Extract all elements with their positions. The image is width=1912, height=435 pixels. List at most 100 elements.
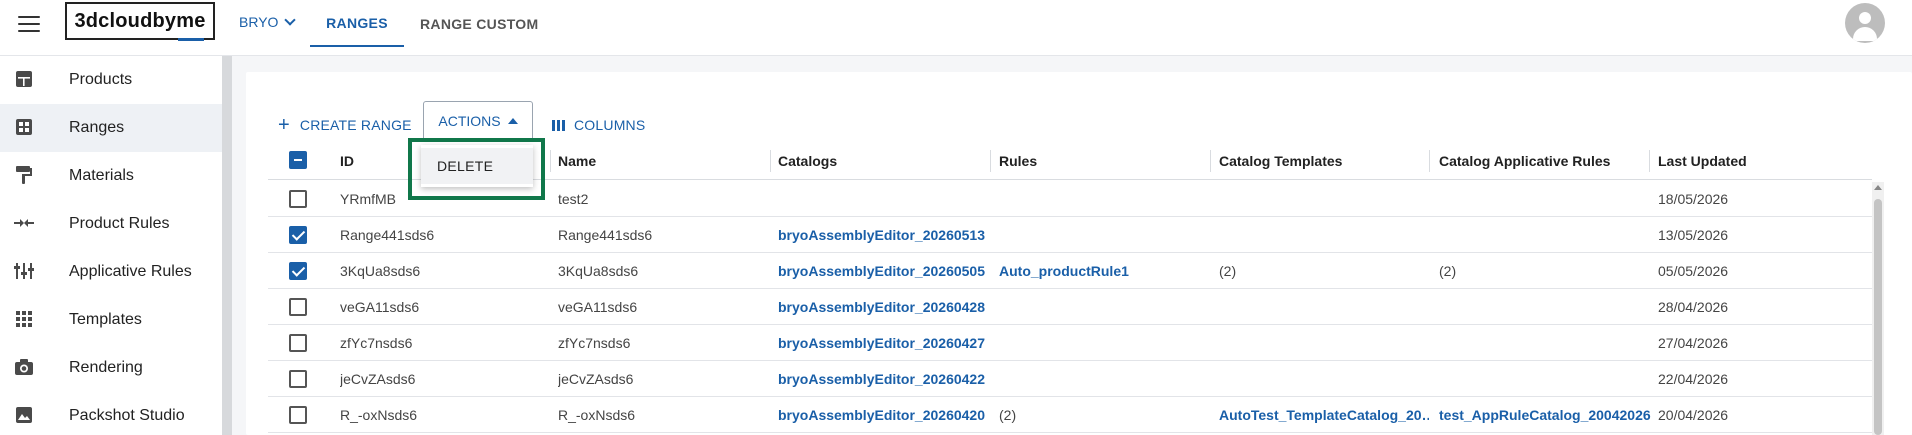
- cell-catalogs[interactable]: bryoAssemblyEditor_20260505: [778, 253, 988, 289]
- scroll-thumb[interactable]: [1874, 199, 1882, 435]
- row-checkbox[interactable]: [289, 190, 307, 208]
- cell-catalog-applicative-rules: [1439, 325, 1654, 361]
- row-checkbox[interactable]: [289, 262, 307, 280]
- sidebar-item-ranges[interactable]: Ranges: [0, 104, 222, 152]
- table-row[interactable]: 3KqUa8sds6 3KqUa8sds6 bryoAssemblyEditor_2…: [268, 253, 1872, 289]
- sidebar-item-label: Materials: [69, 167, 134, 184]
- table-row[interactable]: zfYc7nsds6 zfYc7nsds6 bryoAssemblyEditor_2…: [268, 325, 1872, 361]
- column-header-catalog-templates[interactable]: Catalog Templates: [1219, 142, 1342, 180]
- cell-rules: [999, 289, 1204, 325]
- caret-up-icon: [507, 118, 518, 124]
- actions-button[interactable]: ACTIONS: [423, 101, 533, 141]
- tab-ranges-label: RANGES: [326, 14, 388, 31]
- sidebar-item-rendering[interactable]: Rendering: [0, 344, 222, 392]
- product-rules-icon: [14, 213, 34, 233]
- chevron-down-icon: [284, 13, 297, 26]
- tenant-selector[interactable]: BRYO: [239, 13, 297, 30]
- row-checkbox[interactable]: [289, 298, 307, 316]
- cell-catalog-templates: [1219, 217, 1429, 253]
- sidebar-item-label: Templates: [69, 311, 142, 328]
- cell-catalogs[interactable]: bryoAssemblyEditor_20260513: [778, 217, 988, 253]
- create-range-label: CREATE RANGE: [299, 117, 412, 133]
- cell-id: 3KqUa8sds6: [340, 263, 421, 279]
- columns-button[interactable]: COLUMNS: [552, 107, 645, 143]
- column-header-catalog-applicative-rules[interactable]: Catalog Applicative Rules: [1439, 142, 1610, 180]
- cell-id: jeCvZAsds6: [340, 371, 416, 387]
- column-header-rules[interactable]: Rules: [999, 142, 1037, 180]
- cell-last-updated: 13/05/2026: [1658, 227, 1729, 243]
- cell-rules: [999, 217, 1204, 253]
- sidebar-item-applicative-rules[interactable]: Applicative Rules: [0, 248, 222, 296]
- sidebar-item-label: Applicative Rules: [69, 263, 192, 280]
- column-header-id[interactable]: ID: [340, 142, 354, 180]
- cell-catalog-applicative-rules: [1439, 217, 1654, 253]
- column-separator: [1210, 150, 1211, 172]
- column-separator: [770, 150, 771, 172]
- top-bar: 3dcloudbyme BRYO RANGES RANGE CUSTOM: [0, 0, 1912, 56]
- cell-catalogs[interactable]: bryoAssemblyEditor_20260422: [778, 361, 988, 397]
- cell-catalogs[interactable]: bryoAssemblyEditor_20260427: [778, 325, 988, 361]
- row-checkbox[interactable]: [289, 226, 307, 244]
- cell-rules: [999, 181, 1204, 217]
- cell-name: Range441sds6: [558, 227, 653, 243]
- scroll-up-icon[interactable]: [1874, 185, 1882, 190]
- ranges-icon: [14, 117, 34, 137]
- sidebar-item-materials[interactable]: Materials: [0, 152, 222, 200]
- column-separator: [1429, 150, 1430, 172]
- avatar-head: [1859, 12, 1871, 24]
- cell-catalog-templates: [1219, 289, 1429, 325]
- table-row[interactable]: Range441sds6 Range441sds6 bryoAssemblyEdit…: [268, 217, 1872, 253]
- materials-icon: [14, 165, 34, 185]
- cell-name: jeCvZAsds6: [558, 371, 634, 387]
- column-header-catalogs[interactable]: Catalogs: [778, 142, 837, 180]
- cell-rules: [999, 325, 1204, 361]
- cell-last-updated: 22/04/2026: [1658, 371, 1729, 387]
- logo[interactable]: 3dcloudbyme: [65, 2, 215, 40]
- sidebar-item-product-rules[interactable]: Product Rules: [0, 200, 222, 248]
- cell-last-updated: 20/04/2026: [1658, 407, 1729, 423]
- cell-catalog-templates[interactable]: AutoTest_TemplateCatalog_20…: [1219, 397, 1429, 433]
- cell-id: zfYc7nsds6: [340, 335, 413, 351]
- sidebar-item-label: Products: [69, 71, 133, 88]
- user-avatar[interactable]: [1845, 3, 1885, 43]
- sidebar-item-packshot-studio[interactable]: Packshot Studio: [0, 392, 222, 435]
- menu-icon[interactable]: [18, 16, 40, 32]
- cell-catalogs[interactable]: bryoAssemblyEditor_20260428: [778, 289, 988, 325]
- create-range-button[interactable]: + CREATE RANGE: [278, 107, 412, 143]
- tab-range-custom[interactable]: RANGE CUSTOM: [420, 0, 538, 47]
- sidebar-item-label: Packshot Studio: [69, 407, 185, 424]
- table-row[interactable]: R_-oxNsds6 R_-oxNsds6 bryoAssemblyEditor_2…: [268, 397, 1872, 433]
- column-header-name[interactable]: Name: [558, 142, 596, 180]
- tab-ranges[interactable]: RANGES: [310, 0, 404, 47]
- sidebar-item-products[interactable]: Products: [0, 56, 222, 104]
- sidebar-item-label: Product Rules: [69, 215, 170, 232]
- column-separator: [1649, 150, 1650, 172]
- logo-underline: [178, 38, 204, 41]
- tab-range-custom-label: RANGE CUSTOM: [420, 15, 539, 32]
- row-checkbox[interactable]: [289, 406, 307, 424]
- cell-catalog-templates: [1219, 325, 1429, 361]
- select-all-checkbox[interactable]: [289, 151, 307, 169]
- cell-catalogs[interactable]: bryoAssemblyEditor_20260420: [778, 397, 988, 433]
- row-checkbox[interactable]: [289, 370, 307, 388]
- row-checkbox[interactable]: [289, 334, 307, 352]
- column-separator: [990, 150, 991, 172]
- camera-icon: [14, 357, 34, 377]
- applicative-rules-icon: [14, 261, 34, 281]
- cell-name: veGA11sds6: [558, 299, 638, 315]
- column-header-last-updated[interactable]: Last Updated: [1658, 142, 1747, 180]
- sidebar-scrollbar[interactable]: [222, 56, 232, 435]
- cell-name: R_-oxNsds6: [558, 407, 636, 423]
- table-row[interactable]: veGA11sds6 veGA11sds6 bryoAssemblyEditor_2…: [268, 289, 1872, 325]
- table-row[interactable]: jeCvZAsds6 jeCvZAsds6 bryoAssemblyEditor_2…: [268, 361, 1872, 397]
- sidebar-item-templates[interactable]: Templates: [0, 296, 222, 344]
- columns-icon: [552, 119, 565, 131]
- cell-catalog-applicative-rules: [1439, 361, 1654, 397]
- cell-rules[interactable]: Auto_productRule1: [999, 253, 1204, 289]
- cell-rules: [999, 361, 1204, 397]
- table-scrollbar[interactable]: [1872, 182, 1884, 435]
- cell-catalog-applicative-rules[interactable]: test_AppRuleCatalog_20042026: [1439, 397, 1654, 433]
- tenant-label: BRYO: [239, 14, 279, 30]
- delete-menu-item[interactable]: DELETE: [421, 148, 533, 184]
- cell-catalog-templates: [1219, 361, 1429, 397]
